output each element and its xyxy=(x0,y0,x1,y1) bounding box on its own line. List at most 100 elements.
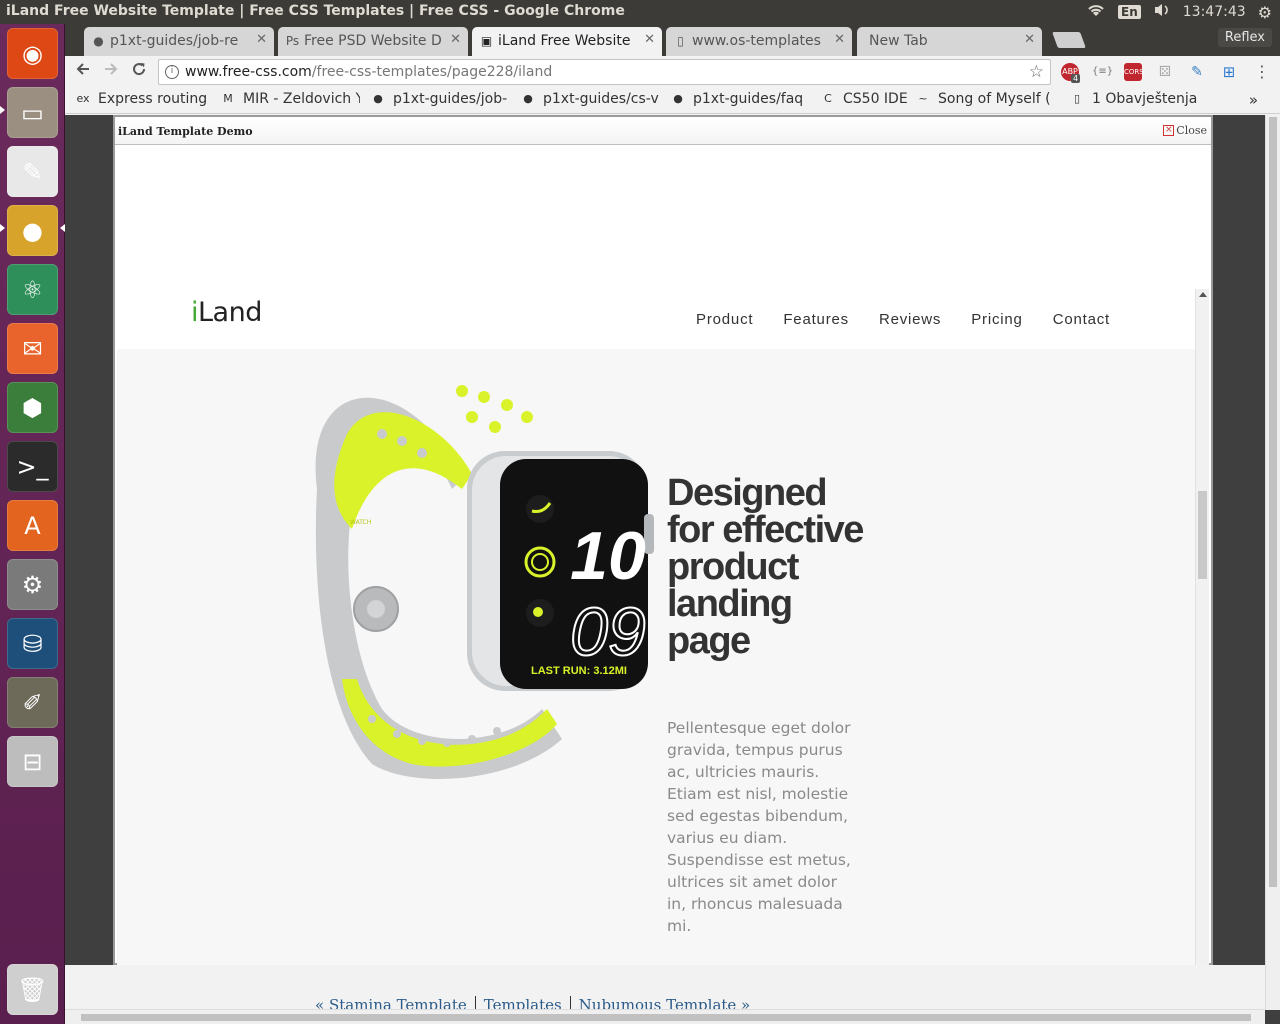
bookmark-item[interactable]: ~ Song of Myself ( xyxy=(915,91,1060,107)
tab-label: p1xt-guides/job-re xyxy=(110,33,239,49)
color-picker-icon[interactable]: ✎ xyxy=(1188,63,1206,81)
smartwatch-image: WATCH 10 09 LAST RUN: 3.12MI xyxy=(315,385,654,779)
settings-gear-icon[interactable]: ⚙ xyxy=(1258,3,1272,22)
site-logo[interactable]: iLand xyxy=(191,297,262,328)
bookmark-item[interactable]: M MIR - Zeldovich Y xyxy=(220,91,360,107)
tab-close-icon[interactable]: ✕ xyxy=(644,32,655,47)
lightbox-close-label: Close xyxy=(1176,124,1207,137)
site-header: iLand Product Features Reviews Pricing C… xyxy=(117,147,1195,349)
hero-section: WATCH 10 09 LAST RUN: 3.12MI Designed fo… xyxy=(117,349,1195,965)
bookmark-item[interactable]: ▯ 1 Obavještenja xyxy=(1069,91,1199,107)
hero-title: Designed for effective product landing p… xyxy=(667,472,864,662)
document-viewer-icon[interactable]: ✎ xyxy=(7,146,58,197)
files-icon[interactable]: ▭ xyxy=(7,87,58,138)
disk-icon[interactable]: ⊟ xyxy=(7,736,58,787)
address-bar[interactable]: i www.free-css.com/free-css-templates/pa… xyxy=(158,59,1051,85)
bookmark-label: Song of Myself ( xyxy=(938,91,1051,107)
mysql-workbench-icon[interactable]: ⛁ xyxy=(7,618,58,669)
bookmark-favicon-icon: M xyxy=(223,92,233,105)
nav-pricing[interactable]: Pricing xyxy=(971,311,1022,328)
tab-label: www.os-templates xyxy=(692,33,821,49)
watch-hour-text: 10 xyxy=(570,518,646,594)
terminal-icon[interactable]: >_ xyxy=(7,441,58,492)
trash-icon[interactable]: 🗑 xyxy=(7,964,58,1015)
bookmark-star-icon[interactable]: ☆ xyxy=(1029,62,1044,82)
hero-description: Pellentesque eget dolor gravida, tempus … xyxy=(667,719,851,935)
tab-4[interactable]: ▯ www.os-templates ✕ xyxy=(666,27,852,56)
bookmark-label: CS50 IDE xyxy=(843,91,908,107)
tab-close-icon[interactable]: ✕ xyxy=(834,32,845,47)
gimp-icon[interactable]: ✐ xyxy=(7,677,58,728)
extension-icon[interactable]: ⚄ xyxy=(1156,63,1174,81)
tab-1[interactable]: ● p1xt-guides/job-re ✕ xyxy=(84,27,274,56)
keyboard-layout-indicator[interactable]: En xyxy=(1118,5,1141,19)
bookmark-label: p1xt-guides/cs-v xyxy=(543,91,659,107)
page-icon: ▯ xyxy=(677,34,684,48)
clock[interactable]: 13:47:43 xyxy=(1183,4,1246,20)
github-icon: ● xyxy=(373,92,383,105)
cors-extension-icon[interactable]: CORS xyxy=(1124,63,1144,81)
software-center-icon[interactable]: A xyxy=(7,500,58,551)
bookmark-favicon-icon: ~ xyxy=(918,92,928,105)
profile-button[interactable]: Reflex xyxy=(1217,28,1272,47)
tab-close-icon[interactable]: ✕ xyxy=(450,32,461,47)
back-button[interactable] xyxy=(72,61,94,83)
robomongo-icon[interactable]: ⬢ xyxy=(7,382,58,433)
scroll-up-arrow-icon[interactable] xyxy=(1199,292,1207,297)
nav-contact[interactable]: Contact xyxy=(1053,311,1110,328)
lightbox-dialog: iLand Template Demo × Close iLand Produc… xyxy=(113,115,1213,965)
reload-button[interactable] xyxy=(128,61,150,83)
toolbar: i www.free-css.com/free-css-templates/pa… xyxy=(65,56,1280,88)
close-icon: × xyxy=(1163,125,1175,136)
lightbox-close-button[interactable]: × Close xyxy=(1163,124,1207,137)
atom-icon[interactable]: ⚛ xyxy=(7,264,58,315)
frame-scroll-thumb[interactable] xyxy=(1198,491,1207,579)
wifi-icon[interactable] xyxy=(1086,2,1106,22)
svg-text:WATCH: WATCH xyxy=(350,519,371,526)
chrome-icon[interactable]: ● xyxy=(7,205,58,256)
tab-label: Free PSD Website D xyxy=(304,33,442,49)
new-tab-button[interactable] xyxy=(1052,32,1086,48)
system-tray: En 13:47:43 ⚙ xyxy=(1086,2,1272,22)
forward-button[interactable] xyxy=(100,61,122,83)
page-scroll-thumb[interactable] xyxy=(1269,117,1277,887)
page-viewport: iLand Template Demo × Close iLand Produc… xyxy=(65,115,1280,1024)
tab-close-icon[interactable]: ✕ xyxy=(1024,32,1035,47)
postman-icon[interactable]: ✉ xyxy=(7,323,58,374)
volume-icon[interactable] xyxy=(1153,2,1171,22)
nav-features[interactable]: Features xyxy=(783,311,849,328)
ubuntu-dash-icon[interactable]: ◉ xyxy=(7,28,58,79)
bookmark-item[interactable]: ● p1xt-guides/cs-v xyxy=(520,91,660,107)
bookmark-favicon-icon: ex xyxy=(76,92,90,105)
tab-5[interactable]: New Tab ✕ xyxy=(857,27,1042,56)
url-host: www.free-css.com xyxy=(185,64,312,80)
bookmark-item[interactable]: ● p1xt-guides/job- xyxy=(370,91,510,107)
frame-scrollbar[interactable] xyxy=(1195,289,1209,965)
page-icon: ▯ xyxy=(1073,92,1081,105)
chrome-menu-icon[interactable]: ⋮ xyxy=(1253,63,1271,81)
window-resizer-icon[interactable]: ⊞ xyxy=(1220,63,1238,81)
window-title: iLand Free Website Template | Free CSS T… xyxy=(6,3,625,19)
page-info-icon[interactable]: i xyxy=(165,65,179,79)
page-scrollbar[interactable] xyxy=(1265,115,1280,1010)
horizontal-scrollbar[interactable] xyxy=(65,1009,1265,1024)
site-nav: Product Features Reviews Pricing Contact xyxy=(696,311,1110,328)
psd-icon: Ps xyxy=(285,34,300,48)
bookmark-label: MIR - Zeldovich Y xyxy=(243,91,360,107)
tab-3[interactable]: ▣ iLand Free Website ✕ xyxy=(472,27,662,56)
tab-2[interactable]: Ps Free PSD Website D ✕ xyxy=(278,27,468,56)
system-settings-icon[interactable]: ⚙ xyxy=(7,559,58,610)
tab-close-icon[interactable]: ✕ xyxy=(256,32,267,47)
css-icon: ▣ xyxy=(480,34,493,48)
bookmark-label: p1xt-guides/faq xyxy=(693,91,804,107)
bookmark-item[interactable]: ex Express routing xyxy=(75,91,210,107)
bookmark-item[interactable]: C CS50 IDE xyxy=(820,91,910,107)
bookmarks-bar: ex Express routing M MIR - Zeldovich Y ● p1xt… xyxy=(65,88,1280,114)
nav-reviews[interactable]: Reviews xyxy=(879,311,941,328)
json-viewer-icon[interactable]: {≡} xyxy=(1092,63,1113,81)
bookmark-item[interactable]: ● p1xt-guides/faq xyxy=(670,91,805,107)
top-panel: iLand Free Website Template | Free CSS T… xyxy=(0,0,1280,24)
horizontal-scroll-thumb[interactable] xyxy=(81,1014,1251,1021)
bookmarks-overflow-button[interactable]: » xyxy=(1249,91,1258,109)
nav-product[interactable]: Product xyxy=(696,311,753,328)
